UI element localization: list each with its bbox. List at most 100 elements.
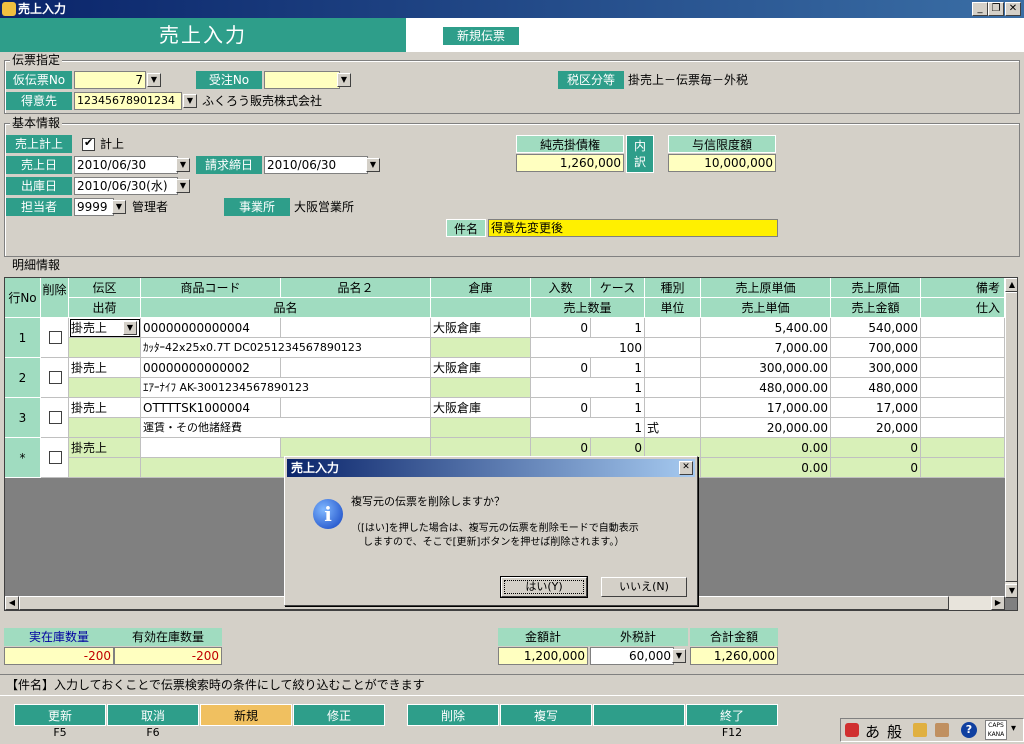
cost-cell[interactable]: 17,000 xyxy=(831,398,921,418)
ship-date-field[interactable]: 2010/06/30(水) xyxy=(74,177,178,195)
fkey-button-1[interactable]: 更新 xyxy=(14,704,106,726)
dialog-close-icon[interactable]: ✕ xyxy=(679,461,693,475)
product-code-cell[interactable]: 00000000000002 xyxy=(141,358,281,378)
kind-cell[interactable] xyxy=(645,318,701,338)
scroll-thumb[interactable] xyxy=(1005,292,1017,582)
fkey-button-2[interactable]: 取消 xyxy=(107,704,199,726)
qty-cell[interactable]: 1 xyxy=(531,418,645,438)
yes-button[interactable]: はい(Y) xyxy=(501,577,587,597)
qty-cell[interactable]: 100 xyxy=(531,338,645,358)
price-cell[interactable]: 480,000.00 xyxy=(701,378,831,398)
fkey-button-7[interactable] xyxy=(593,704,685,726)
ship-cell[interactable] xyxy=(69,418,141,438)
chevron-down-icon[interactable]: ▼ xyxy=(112,200,126,214)
temp-slip-no-field[interactable]: 7 xyxy=(74,71,146,89)
price-cell[interactable]: 20,000.00 xyxy=(701,418,831,438)
no-button[interactable]: いいえ(N) xyxy=(601,577,687,597)
name2-cell[interactable] xyxy=(281,398,431,418)
delete-checkbox[interactable] xyxy=(49,371,62,384)
cost-cell[interactable]: 540,000 xyxy=(831,318,921,338)
fkey-button-8[interactable]: 終了 xyxy=(686,704,778,726)
chevron-down-icon[interactable]: ▼ xyxy=(176,179,190,193)
kubun-cell[interactable]: 掛売上 xyxy=(69,438,141,458)
fkey-button-3[interactable]: 新規 xyxy=(200,704,292,726)
irisu-cell[interactable]: 0 xyxy=(531,438,591,458)
chevron-down-icon[interactable]: ▼ xyxy=(366,158,380,172)
cost-unit-cell[interactable]: 300,000.00 xyxy=(701,358,831,378)
amount-cell[interactable]: 480,000 xyxy=(831,378,921,398)
scroll-right-icon[interactable]: ▶ xyxy=(991,596,1005,610)
ime-logo-icon[interactable] xyxy=(845,723,859,737)
order-no-field[interactable] xyxy=(264,71,340,89)
sales-date-field[interactable]: 2010/06/30 xyxy=(74,156,178,174)
chevron-down-icon[interactable]: ▼ xyxy=(123,321,137,335)
cost-unit-cell[interactable]: 0.00 xyxy=(701,438,831,458)
case-cell[interactable]: 0 xyxy=(591,438,645,458)
fkey-button-6[interactable]: 複写 xyxy=(500,704,592,726)
warehouse-cell[interactable]: 大阪倉庫 xyxy=(431,318,531,338)
price-cell[interactable]: 7,000.00 xyxy=(701,338,831,358)
subject-field[interactable]: 得意先変更後 xyxy=(488,219,778,237)
cost-cell[interactable]: 0 xyxy=(831,438,921,458)
vertical-scrollbar[interactable]: ▲ ▼ xyxy=(1005,278,1017,598)
fkey-button-5[interactable]: 削除 xyxy=(407,704,499,726)
kubun-cell[interactable]: 掛売上 xyxy=(69,358,141,378)
amount-cell[interactable]: 0 xyxy=(831,458,921,478)
delete-checkbox[interactable] xyxy=(49,451,62,464)
warehouse-cell[interactable]: 大阪倉庫 xyxy=(431,358,531,378)
chevron-down-icon[interactable]: ▼ xyxy=(147,73,161,87)
fkey-button-4[interactable]: 修正 xyxy=(293,704,385,726)
chevron-down-icon[interactable]: ▼ xyxy=(337,73,351,87)
purchase-cell[interactable] xyxy=(921,338,1005,358)
ime-kind[interactable]: 般 xyxy=(887,721,902,742)
case-cell[interactable]: 1 xyxy=(591,358,645,378)
cost-cell[interactable]: 300,000 xyxy=(831,358,921,378)
delete-checkbox[interactable] xyxy=(49,331,62,344)
delete-checkbox[interactable] xyxy=(49,411,62,424)
customer-code-field[interactable]: 12345678901234 xyxy=(74,92,182,110)
warehouse-cell[interactable] xyxy=(431,438,531,458)
product-name-cell[interactable]: 運賃・その他諸経費 xyxy=(141,418,431,438)
unit-cell[interactable] xyxy=(645,338,701,358)
staff-code-field[interactable]: 9999 xyxy=(74,198,114,216)
chevron-down-icon[interactable]: ▼ xyxy=(183,94,197,108)
scroll-up-icon[interactable]: ▲ xyxy=(1005,278,1017,292)
amount-cell[interactable]: 700,000 xyxy=(831,338,921,358)
unit-cell[interactable] xyxy=(645,378,701,398)
close-button[interactable]: ✕ xyxy=(1005,2,1021,16)
product-code-cell[interactable] xyxy=(141,438,281,458)
help-icon[interactable]: ? xyxy=(961,722,977,738)
kind-cell[interactable] xyxy=(645,358,701,378)
minimize-button[interactable]: _ xyxy=(972,2,988,16)
unit-cell[interactable]: 式 xyxy=(645,418,701,438)
product-name-cell[interactable]: ｴｱｰﾅｲﾌ AK-3001234567890123 xyxy=(141,378,431,398)
name2-cell[interactable] xyxy=(281,358,431,378)
remarks-cell[interactable] xyxy=(921,398,1005,418)
kind-cell[interactable] xyxy=(645,438,701,458)
qty-cell[interactable]: 1 xyxy=(531,378,645,398)
scroll-down-icon[interactable]: ▼ xyxy=(1005,584,1017,598)
name2-cell[interactable] xyxy=(281,318,431,338)
sales-post-checkbox[interactable]: ✔ xyxy=(82,136,95,151)
case-cell[interactable]: 1 xyxy=(591,318,645,338)
amount-cell[interactable]: 20,000 xyxy=(831,418,921,438)
irisu-cell[interactable]: 0 xyxy=(531,398,591,418)
dictionary-icon[interactable] xyxy=(913,723,927,737)
tax-total-field[interactable]: 60,000 xyxy=(590,647,674,665)
price-cell[interactable]: 0.00 xyxy=(701,458,831,478)
scroll-left-icon[interactable]: ◀ xyxy=(5,596,19,610)
kubun-cell[interactable]: 掛売上 xyxy=(69,398,141,418)
remarks-cell[interactable] xyxy=(921,318,1005,338)
cost-unit-cell[interactable]: 5,400.00 xyxy=(701,318,831,338)
irisu-cell[interactable]: 0 xyxy=(531,358,591,378)
irisu-cell[interactable]: 0 xyxy=(531,318,591,338)
ime-mode[interactable]: あ xyxy=(865,721,880,742)
product-name-cell[interactable]: ｶｯﾀｰ42x25x0.7T DC0251234567890123 xyxy=(141,338,431,358)
purchase-cell[interactable] xyxy=(921,378,1005,398)
restore-button[interactable]: ❐ xyxy=(988,2,1004,16)
chevron-down-icon[interactable]: ▼ xyxy=(672,649,686,663)
remarks-cell[interactable] xyxy=(921,358,1005,378)
ship-cell[interactable] xyxy=(69,378,141,398)
product-code-cell[interactable]: OTTTTSK1000004 xyxy=(141,398,281,418)
case-cell[interactable]: 1 xyxy=(591,398,645,418)
